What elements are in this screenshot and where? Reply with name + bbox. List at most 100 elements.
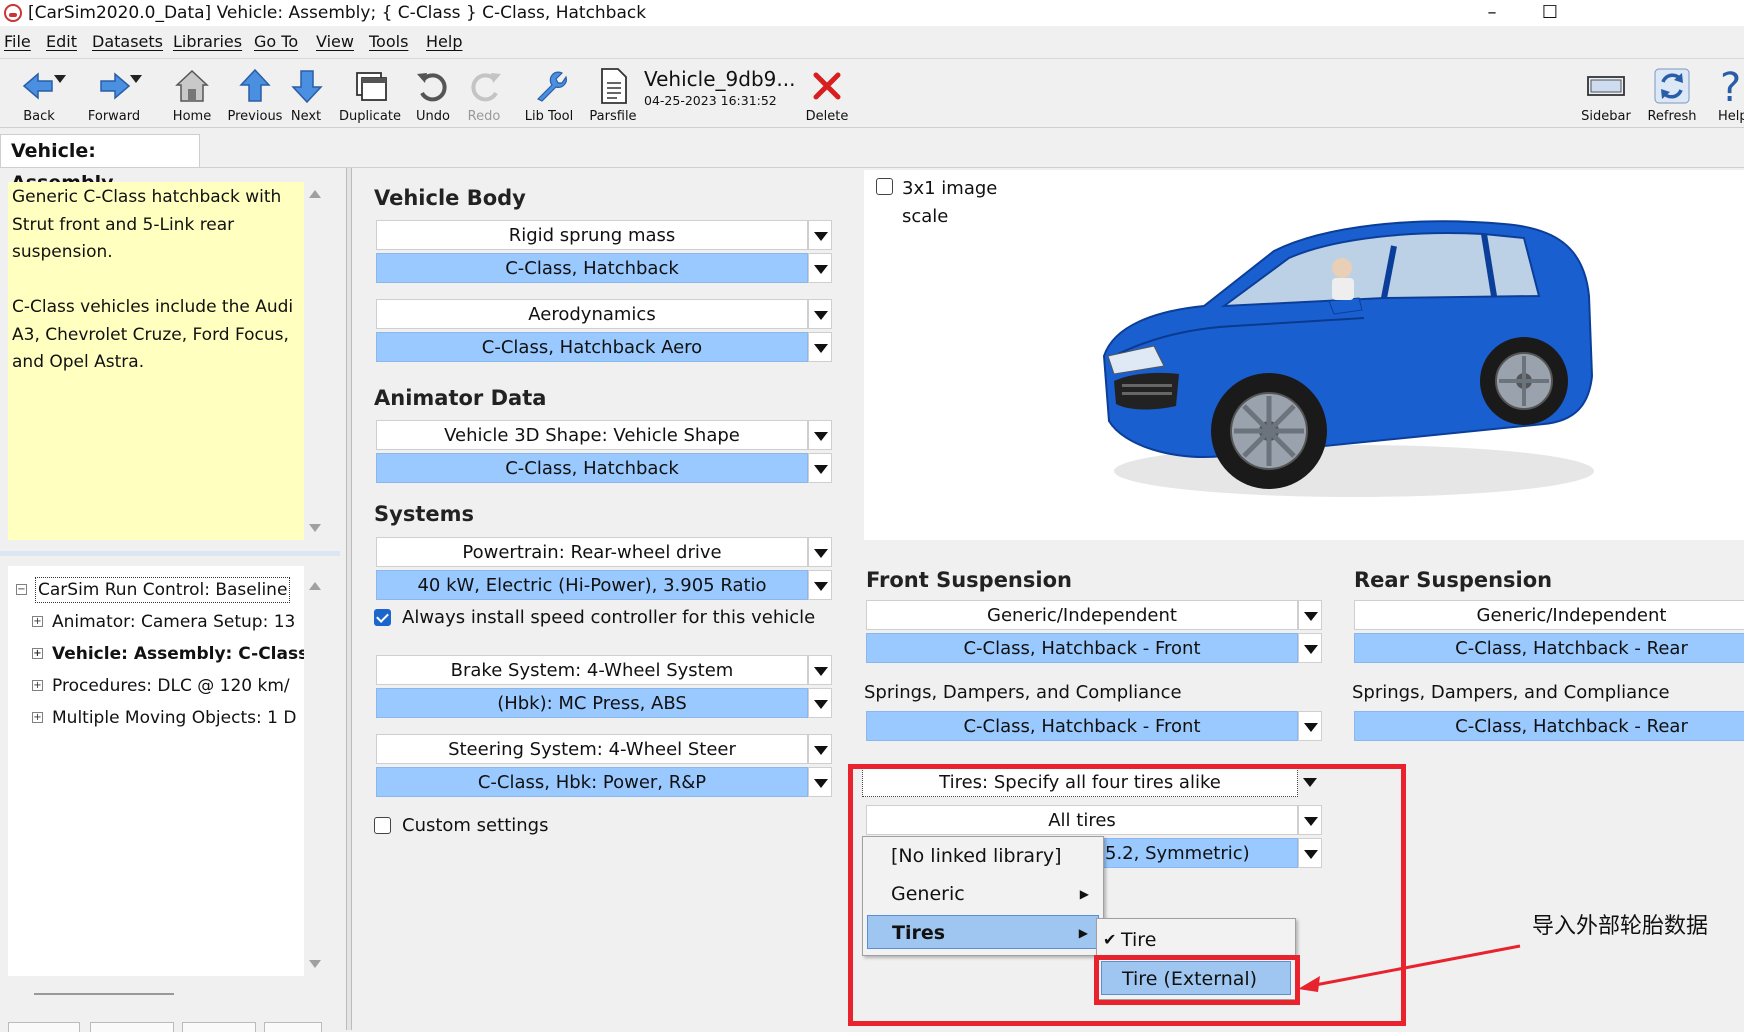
back-dropdown-icon[interactable] <box>54 75 66 83</box>
front-springs-dataset[interactable]: C-Class, Hatchback - Front <box>866 711 1298 741</box>
chevron-down-icon[interactable] <box>1298 711 1322 741</box>
lib-tool-button[interactable]: Lib Tool <box>518 59 580 129</box>
menu-view[interactable]: View <box>316 28 354 56</box>
tree-item-run-control[interactable]: − CarSim Run Control: Baseline <box>8 576 304 604</box>
image-scale-checkbox[interactable] <box>876 178 893 195</box>
rear-suspension-dataset[interactable]: C-Class, Hatchback - Rear <box>1354 633 1744 663</box>
menu-goto[interactable]: Go To <box>254 28 298 56</box>
redo-button[interactable]: Redo <box>464 59 504 129</box>
notes-text[interactable]: Generic C-Class hatchback with Strut fro… <box>8 182 304 540</box>
chevron-down-icon[interactable] <box>808 253 832 283</box>
chevron-down-icon[interactable] <box>808 767 832 797</box>
tree-label: CarSim Run Control: Baseline <box>35 577 291 603</box>
brake-type-combo[interactable]: Brake System: 4-Wheel System <box>376 655 808 685</box>
rear-springs-label: Springs, Dampers, and Compliance <box>1352 682 1670 703</box>
tree-item-procedures[interactable]: + Procedures: DLC @ 120 km/ <box>8 672 304 700</box>
sprung-mass-type-combo[interactable]: Rigid sprung mass <box>376 220 808 250</box>
tree-hscroll-thumb[interactable] <box>34 993 174 995</box>
menu-edit[interactable]: Edit <box>46 28 77 56</box>
chevron-down-icon[interactable] <box>808 220 832 250</box>
front-suspension-title: Front Suspension <box>866 568 1072 592</box>
menu-tools[interactable]: Tools <box>369 28 408 56</box>
window-title: [CarSim2020.0_Data] Vehicle: Assembly; {… <box>28 3 647 23</box>
forward-dropdown-icon[interactable] <box>130 75 142 83</box>
refresh-button[interactable]: Refresh <box>1644 59 1700 129</box>
parsfile-button[interactable]: Parsfile <box>588 59 638 129</box>
undo-button[interactable]: Undo <box>410 59 456 129</box>
tree-item-animator[interactable]: + Animator: Camera Setup: 13 <box>8 608 304 636</box>
tree-scrollbar[interactable] <box>304 574 326 976</box>
chevron-down-icon[interactable] <box>808 570 832 600</box>
animator-data-title: Animator Data <box>374 386 547 410</box>
chevron-down-icon[interactable] <box>808 734 832 764</box>
help-question-icon: ? <box>1720 65 1741 107</box>
chevron-down-icon[interactable] <box>1298 600 1322 630</box>
expand-icon[interactable]: + <box>32 712 43 723</box>
menu-datasets[interactable]: Datasets <box>92 28 163 56</box>
chevron-down-icon[interactable] <box>808 537 832 567</box>
vehicle-shape-type-combo[interactable]: Vehicle 3D Shape: Vehicle Shape <box>376 420 808 450</box>
chevron-down-icon[interactable] <box>808 655 832 685</box>
forward-label: Forward <box>87 109 141 124</box>
tree-item-moving-objects[interactable]: + Multiple Moving Objects: 1 D <box>8 704 304 732</box>
notes-scrollbar[interactable] <box>304 182 326 540</box>
tree-item-vehicle[interactable]: + Vehicle: Assembly: C-Class <box>8 640 304 668</box>
left-bottom-button[interactable] <box>182 1022 256 1032</box>
chevron-down-icon[interactable] <box>808 420 832 450</box>
powertrain-dataset[interactable]: 40 kW, Electric (Hi-Power), 3.905 Ratio <box>376 570 808 600</box>
collapse-icon[interactable]: − <box>16 584 27 595</box>
expand-icon[interactable]: + <box>32 616 43 627</box>
duplicate-button[interactable]: Duplicate <box>338 59 402 129</box>
car-image <box>1102 220 1594 497</box>
next-button[interactable]: Next <box>286 59 326 129</box>
steering-dataset[interactable]: C-Class, Hbk: Power, R&P <box>376 767 808 797</box>
forward-button[interactable]: Forward <box>78 59 150 129</box>
help-button[interactable]: ? Help <box>1712 59 1744 129</box>
menu-libraries[interactable]: Libraries <box>173 28 242 56</box>
vehicle-shape-dataset[interactable]: C-Class, Hatchback <box>376 453 808 483</box>
menu-help[interactable]: Help <box>426 28 462 56</box>
custom-settings-checkbox[interactable] <box>374 817 391 834</box>
speed-controller-checkbox[interactable] <box>374 609 391 626</box>
chevron-down-icon[interactable] <box>808 332 832 362</box>
expand-icon[interactable]: + <box>32 680 43 691</box>
down-arrow-icon <box>291 70 323 104</box>
home-button[interactable]: Home <box>164 59 220 129</box>
image-scale-label: 3x1 image <box>902 178 998 199</box>
left-bottom-button[interactable] <box>264 1022 322 1032</box>
minimize-button[interactable]: – <box>1472 0 1512 26</box>
annotation-arrow <box>1298 944 1521 992</box>
chevron-down-icon[interactable] <box>808 299 832 329</box>
back-button[interactable]: Back <box>6 59 72 129</box>
duplicate-icon <box>356 72 387 101</box>
front-suspension-type-combo[interactable]: Generic/Independent <box>866 600 1298 630</box>
rear-suspension-type-combo[interactable]: Generic/Independent <box>1354 600 1744 630</box>
aero-type-combo[interactable]: Aerodynamics <box>376 299 808 329</box>
previous-button[interactable]: Previous <box>226 59 284 129</box>
sidebar-button[interactable]: Sidebar <box>1580 59 1632 129</box>
left-pane-splitter[interactable] <box>0 551 340 556</box>
delete-button[interactable]: Delete <box>800 59 854 129</box>
chevron-down-icon[interactable] <box>1298 633 1322 663</box>
tree-label: Procedures: DLC @ 120 km/ <box>52 676 290 696</box>
aero-dataset[interactable]: C-Class, Hatchback Aero <box>376 332 808 362</box>
custom-settings-label: Custom settings <box>402 815 549 836</box>
main-splitter[interactable] <box>346 168 352 1030</box>
steering-type-combo[interactable]: Steering System: 4-Wheel Steer <box>376 734 808 764</box>
tab-vehicle-assembly[interactable]: Vehicle: Assembly <box>0 134 200 194</box>
brake-dataset[interactable]: (Hbk): MC Press, ABS <box>376 688 808 718</box>
sprung-mass-dataset[interactable]: C-Class, Hatchback <box>376 253 808 283</box>
rear-springs-dataset[interactable]: C-Class, Hatchback - Rear <box>1354 711 1744 741</box>
left-bottom-button[interactable] <box>90 1022 174 1032</box>
front-springs-label: Springs, Dampers, and Compliance <box>864 682 1182 703</box>
powertrain-type-combo[interactable]: Powertrain: Rear-wheel drive <box>376 537 808 567</box>
expand-icon[interactable]: + <box>32 648 43 659</box>
front-suspension-dataset[interactable]: C-Class, Hatchback - Front <box>866 633 1298 663</box>
chevron-down-icon[interactable] <box>808 453 832 483</box>
menu-file[interactable]: File <box>4 28 31 56</box>
left-bottom-button[interactable] <box>8 1022 80 1032</box>
maximize-button[interactable]: ☐ <box>1530 0 1570 26</box>
home-label: Home <box>172 109 212 124</box>
chevron-down-icon[interactable] <box>808 688 832 718</box>
previous-label: Previous <box>227 109 283 124</box>
